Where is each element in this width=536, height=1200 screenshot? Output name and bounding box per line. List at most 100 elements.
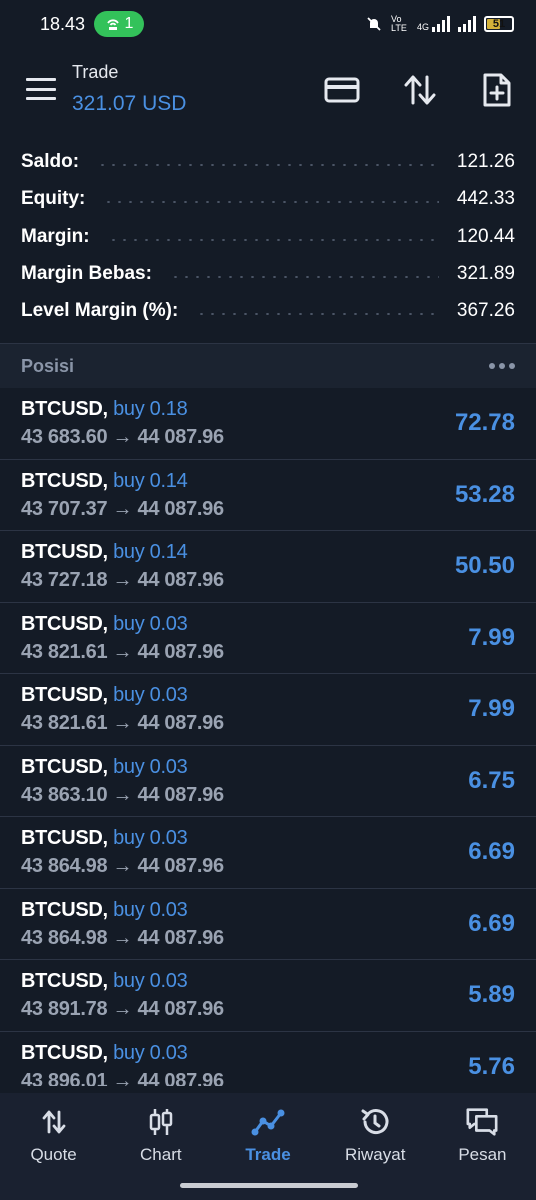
open-price: 43 864.98: [21, 855, 108, 877]
summary-label: Equity:: [21, 188, 86, 209]
position-row[interactable]: BTCUSD, buy 0.03 43 896.01 → 44 087.96 5.7…: [0, 1032, 536, 1087]
position-symbol: BTCUSD, buy 0.18: [21, 398, 188, 421]
current-price: 44 087.96: [137, 998, 225, 1020]
position-profit: 5.89: [468, 981, 515, 1008]
current-price: 44 087.96: [137, 640, 225, 663]
position-side: buy 0.03: [113, 612, 188, 635]
arrow-right-icon: →: [112, 783, 133, 806]
position-profit: 72.78: [454, 409, 515, 436]
position-side: buy 0.03: [113, 1041, 188, 1064]
arrow-right-icon: →: [112, 1069, 133, 1087]
open-price: 43 863.10: [21, 783, 108, 806]
position-profit: 6.75: [468, 766, 515, 794]
position-prices: 43 863.10 → 44 087.96: [21, 784, 224, 807]
position-row[interactable]: BTCUSD, buy 0.03 43 821.61 → 44 087.96 7.9…: [0, 674, 536, 746]
nav-trade[interactable]: Trade: [214, 1093, 321, 1173]
trend-line-icon: [251, 1105, 285, 1139]
position-row[interactable]: BTCUSD, buy 0.03 43 864.98 → 44 087.96 6.6…: [0, 889, 536, 960]
card-icon[interactable]: [322, 70, 362, 110]
symbol-text: BTCUSD,: [21, 612, 108, 635]
summary-label: Margin Bebas:: [21, 263, 152, 284]
nav-chart[interactable]: Chart: [107, 1093, 214, 1173]
position-prices: 43 896.01 → 44 087.96: [21, 1070, 224, 1087]
symbol-text: BTCUSD,: [21, 827, 108, 849]
signal-4g-icon: 4G: [417, 16, 450, 32]
summary-label: Level Margin (%):: [21, 300, 179, 321]
position-prices: 43 821.61 → 44 087.96: [21, 641, 224, 664]
current-price: 44 087.96: [137, 712, 225, 734]
dot-leader: [107, 239, 439, 241]
position-row[interactable]: BTCUSD, buy 0.03 43 864.98 → 44 087.96 6.6…: [0, 817, 536, 889]
dot-leader: [103, 201, 439, 203]
position-row[interactable]: BTCUSD, buy 0.03 43 821.61 → 44 087.96 7.9…: [0, 603, 536, 674]
status-bar: 18.43 1 Vo LTE 4G 51: [0, 0, 536, 48]
summary-value: 321.89: [456, 263, 515, 284]
position-profit: 5.76: [468, 1052, 515, 1080]
new-order-icon[interactable]: [477, 70, 517, 110]
status-time: 18.43: [40, 13, 86, 34]
nav-quote[interactable]: Quote: [0, 1093, 107, 1173]
history-icon: [358, 1105, 392, 1139]
symbol-text: BTCUSD,: [21, 684, 108, 706]
summary-value: 367.26: [456, 300, 515, 321]
position-row[interactable]: BTCUSD, buy 0.14 43 707.37 → 44 087.96 53.…: [0, 460, 536, 531]
position-symbol: BTCUSD, buy 0.03: [21, 970, 188, 993]
nav-messages[interactable]: Pesan: [429, 1093, 536, 1173]
volte-label: Vo LTE: [390, 14, 407, 33]
arrow-right-icon: →: [112, 497, 133, 520]
position-symbol: BTCUSD, buy 0.03: [21, 612, 188, 636]
position-side: buy 0.14: [113, 469, 188, 492]
arrow-right-icon: →: [112, 855, 133, 877]
position-symbol: BTCUSD, buy 0.03: [21, 899, 188, 922]
position-profit: 53.28: [454, 480, 515, 508]
position-symbol: BTCUSD, buy 0.14: [21, 541, 188, 564]
hotspot-count: 1: [124, 15, 134, 32]
position-prices: 43 821.61 → 44 087.96: [21, 712, 224, 735]
position-symbol: BTCUSD, buy 0.03: [21, 684, 188, 707]
arrow-right-icon: →: [112, 926, 133, 949]
position-profit: 7.99: [468, 623, 515, 651]
current-price: 44 087.96: [137, 1069, 225, 1087]
position-side: buy 0.03: [113, 684, 188, 706]
hotspot-indicator[interactable]: 1: [94, 11, 144, 37]
position-row[interactable]: BTCUSD, buy 0.14 43 727.18 → 44 087.96 50.…: [0, 531, 536, 603]
symbol-text: BTCUSD,: [21, 469, 108, 492]
position-symbol: BTCUSD, buy 0.14: [21, 469, 188, 493]
position-symbol: BTCUSD, buy 0.03: [21, 827, 188, 850]
nav-history[interactable]: Riwayat: [322, 1093, 429, 1173]
nav-label: Pesan: [458, 1145, 507, 1164]
position-side: buy 0.18: [113, 398, 188, 420]
positions-list: BTCUSD, buy 0.18 43 683.60 → 44 087.96 72.…: [0, 388, 536, 1086]
arrow-right-icon: →: [112, 640, 133, 663]
symbol-text: BTCUSD,: [21, 970, 108, 992]
open-price: 43 821.61: [21, 640, 108, 663]
position-prices: 43 683.60 → 44 087.96: [21, 426, 224, 449]
summary-value: 442.33: [456, 188, 515, 209]
status-icons: Vo LTE 4G 51: [365, 15, 514, 33]
more-options-icon[interactable]: [489, 363, 515, 369]
position-row[interactable]: BTCUSD, buy 0.03 43 891.78 → 44 087.96 5.8…: [0, 960, 536, 1032]
menu-icon[interactable]: [26, 78, 56, 100]
summary-label: Saldo:: [21, 151, 80, 172]
position-prices: 43 864.98 → 44 087.96: [21, 927, 224, 950]
position-row[interactable]: BTCUSD, buy 0.03 43 863.10 → 44 087.96 6.7…: [0, 746, 536, 817]
nav-label: Riwayat: [344, 1145, 406, 1164]
position-row[interactable]: BTCUSD, buy 0.18 43 683.60 → 44 087.96 72.…: [0, 388, 536, 460]
position-prices: 43 864.98 → 44 087.96: [21, 855, 224, 878]
nav-label: Trade: [245, 1145, 291, 1164]
summary-label: Margin:: [21, 226, 90, 247]
summary-row-free-margin: Margin Bebas: 321.89: [21, 259, 515, 289]
open-price: 43 864.98: [21, 926, 108, 949]
arrows-updown-icon: [37, 1105, 71, 1139]
page-title: Trade: [72, 62, 119, 82]
symbol-text: BTCUSD,: [21, 541, 108, 563]
dot-leader: [196, 313, 439, 315]
sort-icon[interactable]: [400, 70, 440, 110]
open-price: 43 727.18: [21, 569, 108, 591]
current-price: 44 087.96: [137, 926, 225, 949]
position-side: buy 0.03: [113, 827, 188, 849]
arrow-right-icon: →: [112, 712, 133, 734]
section-title: Posisi: [21, 355, 75, 376]
candlestick-icon: [144, 1105, 178, 1139]
home-gesture-bar[interactable]: [180, 1183, 358, 1188]
